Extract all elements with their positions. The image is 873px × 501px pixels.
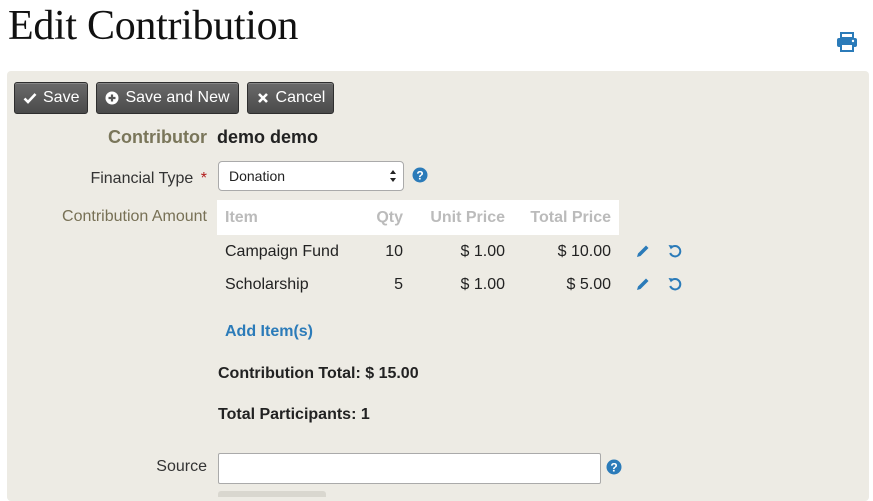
financial-type-label-text: Financial Type bbox=[90, 170, 194, 187]
cancel-button[interactable]: Cancel bbox=[246, 82, 335, 114]
page-title: Edit Contribution bbox=[8, 3, 299, 49]
row-actions bbox=[635, 276, 683, 292]
select-arrows-icon bbox=[390, 170, 396, 182]
svg-text:?: ? bbox=[416, 169, 423, 183]
cancel-button-label: Cancel bbox=[275, 89, 326, 106]
row-qty: 5 bbox=[394, 275, 403, 293]
contribution-amount-label: Contribution Amount bbox=[62, 208, 207, 225]
table-header-row: Item Qty Unit Price Total Price bbox=[217, 200, 619, 235]
pencil-icon[interactable] bbox=[635, 243, 651, 259]
times-icon bbox=[257, 93, 268, 103]
help-icon[interactable]: ? bbox=[606, 459, 622, 475]
toolbar: Save Save and New Cancel bbox=[14, 82, 335, 114]
row-item: Scholarship bbox=[225, 275, 309, 293]
save-button-label: Save bbox=[43, 89, 80, 106]
undo-icon[interactable] bbox=[667, 276, 683, 292]
source-label: Source bbox=[156, 458, 207, 475]
contributor-value: demo demo bbox=[217, 127, 319, 147]
row-unit-price: $ 1.00 bbox=[460, 242, 505, 260]
table-row: Campaign Fund 10 $ 1.00 $ 10.00 bbox=[217, 235, 619, 268]
next-field-stub bbox=[218, 491, 326, 497]
row-total-price: $ 5.00 bbox=[566, 275, 611, 293]
financial-type-value: Donation bbox=[229, 168, 286, 184]
row-item: Campaign Fund bbox=[225, 242, 339, 260]
header-item: Item bbox=[217, 200, 363, 235]
add-items-link[interactable]: Add Item(s) bbox=[225, 323, 313, 341]
plus-circle-icon bbox=[105, 91, 119, 105]
total-participants: Total Participants: 1 bbox=[218, 406, 370, 423]
pencil-icon[interactable] bbox=[635, 276, 651, 292]
financial-type-select[interactable]: Donation bbox=[218, 161, 404, 191]
row-qty: 10 bbox=[385, 242, 403, 260]
save-button[interactable]: Save bbox=[14, 82, 89, 114]
contribution-total: Contribution Total: $ 15.00 bbox=[218, 365, 419, 382]
save-and-new-button-label: Save and New bbox=[125, 89, 230, 106]
check-icon bbox=[23, 93, 37, 104]
required-mark: * bbox=[200, 170, 207, 187]
source-input[interactable] bbox=[218, 453, 601, 484]
table-row: Scholarship 5 $ 1.00 $ 5.00 bbox=[217, 268, 619, 301]
financial-type-label: Financial Type * bbox=[37, 170, 207, 188]
undo-icon[interactable] bbox=[667, 243, 683, 259]
save-and-new-button[interactable]: Save and New bbox=[96, 82, 239, 114]
help-icon[interactable]: ? bbox=[412, 167, 428, 183]
print-icon[interactable] bbox=[836, 32, 858, 52]
header-total-price: Total Price bbox=[513, 200, 619, 235]
line-items-table: Item Qty Unit Price Total Price Campaign… bbox=[217, 200, 619, 301]
contributor-label: Contributor bbox=[108, 127, 207, 147]
row-total-price: $ 10.00 bbox=[557, 242, 611, 260]
header-qty: Qty bbox=[363, 200, 411, 235]
header-unit-price: Unit Price bbox=[411, 200, 513, 235]
form-panel: Save Save and New Cancel Contributor dem… bbox=[7, 71, 869, 501]
row-actions bbox=[635, 243, 683, 259]
svg-text:?: ? bbox=[610, 461, 617, 475]
row-unit-price: $ 1.00 bbox=[460, 275, 505, 293]
